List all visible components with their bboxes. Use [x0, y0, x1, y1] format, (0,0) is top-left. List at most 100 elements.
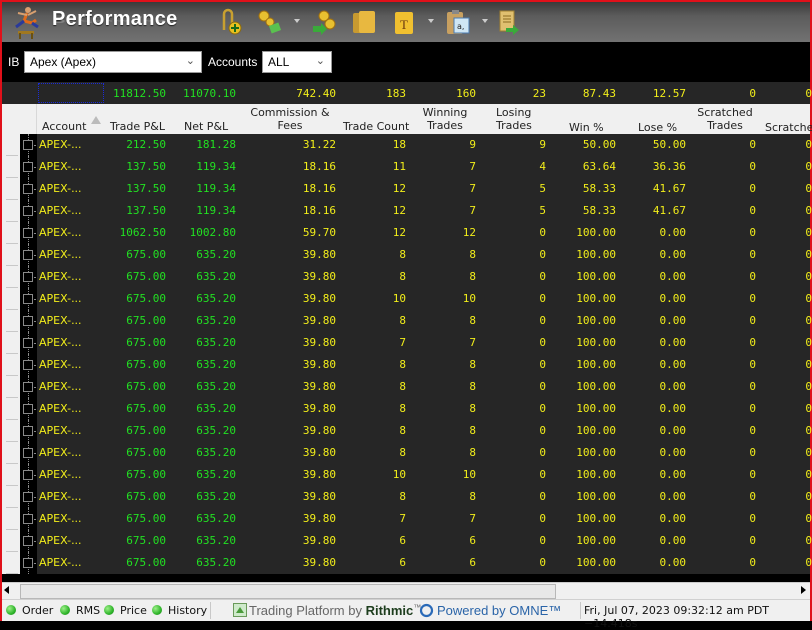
losing-trades-cell: 0	[539, 490, 546, 503]
header-gutter	[2, 104, 37, 134]
table-row[interactable]: APEX-... 675.00 635.20 39.80 6 6 0 100.00 0.00 0 0	[2, 530, 812, 552]
table-row[interactable]: APEX-... 137.50 119.34 18.16 11 7 4 63.64 36.36 0…	[2, 156, 812, 178]
ib-select[interactable]: Apex (Apex) ⌄	[24, 51, 202, 73]
table-row[interactable]: APEX-... 675.00 635.20 39.80 10 10 0 100.00 0.00…	[2, 464, 812, 486]
table-row[interactable]: APEX-... 1062.50 1002.80 59.70 12 12 0 100.00 0.…	[2, 222, 812, 244]
settings-save-dropdown[interactable]	[294, 19, 300, 23]
trade-count-cell: 10	[392, 468, 406, 481]
trade-count-cell: 8	[399, 270, 406, 283]
table-row[interactable]: APEX-... 675.00 635.20 39.80 8 8 0 100.00 0.00 0 0	[2, 398, 812, 420]
table-row[interactable]: APEX-... 675.00 635.20 39.80 8 8 0 100.00 0.00 0 0	[2, 486, 812, 508]
expand-row-icon[interactable]	[23, 536, 33, 546]
expand-row-icon[interactable]	[23, 250, 33, 260]
lose-pct-cell: 0.00	[659, 336, 687, 349]
table-row[interactable]: APEX-... 675.00 635.20 39.80 8 8 0 100.00 0.00 0 0	[2, 310, 812, 332]
settings-save-icon[interactable]	[256, 8, 284, 36]
expand-row-icon[interactable]	[23, 470, 33, 480]
table-row[interactable]: APEX-... 675.00 635.20 39.80 8 8 0 100.00 0.00 0 0	[2, 244, 812, 266]
totals-row: 11812.50 11070.10 742.40 183 160 23 87.4…	[2, 82, 812, 104]
expand-row-icon[interactable]	[23, 294, 33, 304]
table-row[interactable]: APEX-... 675.00 635.20 39.80 7 7 0 100.00 0.00 0 0	[2, 332, 812, 354]
clipboard-paste-dropdown[interactable]	[482, 19, 488, 23]
table-row[interactable]: APEX-... 675.00 635.20 39.80 8 8 0 100.00 0.00 0 0	[2, 420, 812, 442]
expand-row-icon[interactable]	[23, 206, 33, 216]
table-row[interactable]: APEX-... 675.00 635.20 39.80 8 8 0 100.00 0.00 0 0	[2, 266, 812, 288]
trade-count-cell: 11	[392, 160, 406, 173]
table-row[interactable]: APEX-... 137.50 119.34 18.16 12 7 5 58.33 41.67 0…	[2, 178, 812, 200]
tree-connector-horizontal	[34, 541, 36, 542]
attach-add-icon[interactable]	[216, 8, 244, 36]
column-header-win-pct[interactable]: Win %	[569, 121, 604, 134]
losing-trades-cell: 0	[539, 446, 546, 459]
expand-row-icon[interactable]	[23, 492, 33, 502]
expand-row-icon[interactable]	[23, 338, 33, 348]
tree-connector-horizontal	[34, 233, 36, 234]
scratched-trades-cell: 0	[749, 468, 756, 481]
totals-account-cell-focus[interactable]	[38, 83, 104, 103]
win-pct-cell: 100.00	[576, 402, 616, 415]
report-export-icon[interactable]	[496, 8, 524, 36]
filter-bar: IB Apex (Apex) ⌄ Accounts ALL ⌄	[2, 42, 810, 82]
column-header-account[interactable]: Account	[42, 120, 86, 133]
expand-row-icon[interactable]	[23, 448, 33, 458]
expand-row-icon[interactable]	[23, 140, 33, 150]
accounts-select[interactable]: ALL ⌄	[262, 51, 332, 73]
expand-row-icon[interactable]	[23, 272, 33, 282]
losing-trades-cell: 0	[539, 424, 546, 437]
table-row[interactable]: APEX-... 675.00 635.20 39.80 10 10 0 100.00 0.00…	[2, 288, 812, 310]
table-row[interactable]: APEX-... 675.00 635.20 39.80 8 8 0 100.00 0.00 0 0	[2, 376, 812, 398]
expand-row-icon[interactable]	[23, 228, 33, 238]
expand-row-icon[interactable]	[23, 382, 33, 392]
text-document-dropdown[interactable]	[428, 19, 434, 23]
horizontal-scrollbar[interactable]	[2, 582, 810, 599]
expand-row-icon[interactable]	[23, 360, 33, 370]
scroll-right-arrow-icon[interactable]	[801, 586, 806, 594]
winning-trades-cell: 12	[462, 226, 476, 239]
text-document-icon[interactable]: T	[390, 8, 418, 36]
expand-row-icon[interactable]	[23, 162, 33, 172]
table-row[interactable]: APEX-... 675.00 635.20 39.80 8 8 0 100.00 0.00 0 0	[2, 354, 812, 376]
expand-row-icon[interactable]	[23, 558, 33, 568]
column-header-commission-fees[interactable]: Commission & Fees	[250, 106, 330, 132]
scratched-trades-cell: 0	[749, 204, 756, 217]
table-row[interactable]: APEX-... 212.50 181.28 31.22 18 9 9 50.00 50.00 0…	[2, 134, 812, 156]
table-row[interactable]: APEX-... 137.50 119.34 18.16 12 7 5 58.33 41.67 0…	[2, 200, 812, 222]
documents-icon[interactable]	[350, 8, 378, 36]
column-header-scratched-trades[interactable]: Scratched Trades	[695, 106, 755, 132]
column-header-winning-trades[interactable]: Winning Trades	[420, 106, 470, 132]
column-header-scratched-pct[interactable]: Scratche	[765, 121, 812, 134]
column-header-trade-pnl[interactable]: Trade P&L	[110, 120, 165, 133]
clipboard-paste-icon[interactable]: a,	[444, 8, 472, 36]
winning-trades-cell: 8	[469, 446, 476, 459]
lose-pct-cell: 0.00	[659, 424, 687, 437]
scroll-left-arrow-icon[interactable]	[4, 586, 9, 594]
table-row[interactable]: APEX-... 675.00 635.20 39.80 7 7 0 100.00 0.00 0 0	[2, 508, 812, 530]
column-header-trade-count[interactable]: Trade Count	[343, 120, 409, 133]
trade-count-cell: 8	[399, 314, 406, 327]
settings-export-icon[interactable]	[310, 8, 338, 36]
expand-row-icon[interactable]	[23, 316, 33, 326]
expand-row-icon[interactable]	[23, 184, 33, 194]
table-row[interactable]: APEX-... 675.00 635.20 39.80 8 8 0 100.00 0.00 0 0	[2, 442, 812, 464]
tree-connector-horizontal	[34, 211, 36, 212]
trade-pnl-cell: 675.00	[126, 402, 166, 415]
column-header-losing-trades[interactable]: Losing Trades	[496, 106, 536, 132]
grid-header: Account Trade P&L Net P&L Commission & F…	[2, 104, 812, 135]
scrollbar-thumb[interactable]	[20, 584, 556, 599]
commission-fees-cell: 59.70	[302, 226, 336, 239]
scratched-pct-cell: 0	[805, 446, 812, 459]
scratched-pct-cell: 0	[805, 336, 812, 349]
losing-trades-cell: 0	[539, 270, 546, 283]
column-header-lose-pct[interactable]: Lose %	[638, 121, 677, 134]
trade-pnl-cell: 675.00	[126, 534, 166, 547]
scratched-trades-cell: 0	[749, 336, 756, 349]
commission-fees-cell: 39.80	[302, 270, 336, 283]
scratched-trades-cell: 0	[749, 160, 756, 173]
table-row[interactable]: APEX-... 675.00 635.20 39.80 6 6 0 100.00 0.00 0 0	[2, 552, 812, 574]
expand-row-icon[interactable]	[23, 426, 33, 436]
expand-row-icon[interactable]	[23, 404, 33, 414]
column-header-net-pnl[interactable]: Net P&L	[184, 120, 228, 133]
expand-row-icon[interactable]	[23, 514, 33, 524]
tree-connector-horizontal	[34, 431, 36, 432]
losing-trades-cell: 5	[539, 204, 546, 217]
